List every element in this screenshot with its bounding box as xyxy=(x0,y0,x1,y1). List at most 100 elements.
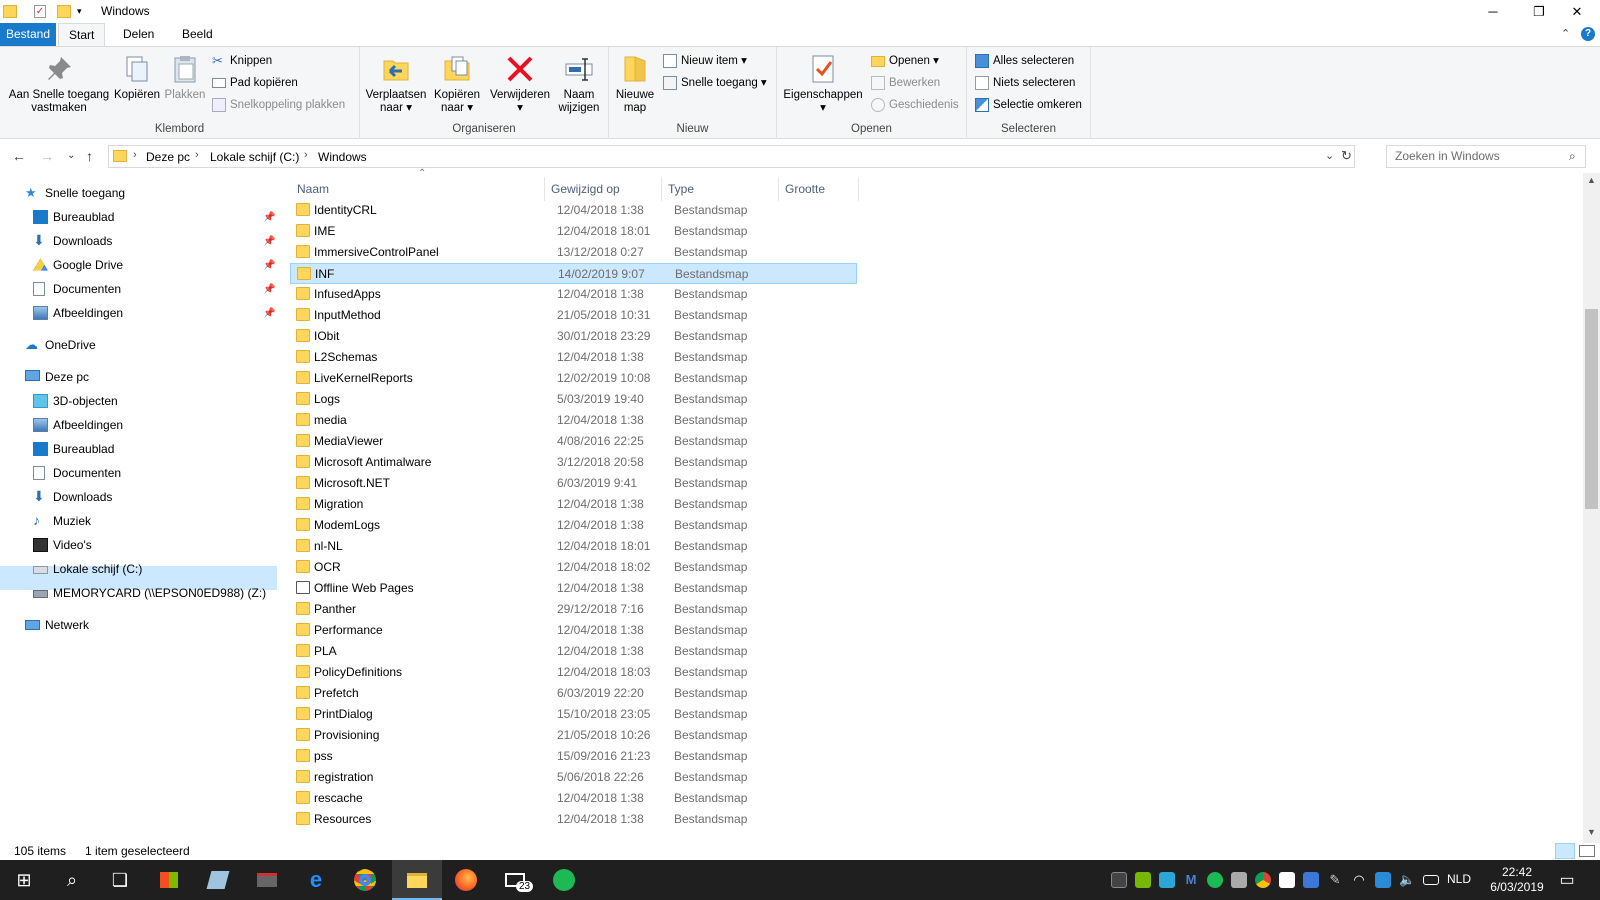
forward-icon[interactable]: → xyxy=(40,148,54,164)
table-row[interactable]: IdentityCRL 12/04/2018 1:38 Bestandsmap xyxy=(290,200,857,221)
app-icon[interactable] xyxy=(253,866,281,894)
minimize-button[interactable]: ─ xyxy=(1470,0,1516,23)
table-row[interactable]: Performance 12/04/2018 1:38 Bestandsmap xyxy=(290,620,857,641)
rename-button[interactable]: Naam wijzigen xyxy=(552,53,606,115)
brush-tray-icon[interactable]: ✎ xyxy=(1327,872,1343,888)
refresh-icon[interactable]: ↻ xyxy=(1341,148,1352,164)
table-row[interactable]: InputMethod 21/05/2018 10:31 Bestandsmap xyxy=(290,305,857,326)
firefox-icon[interactable] xyxy=(452,866,480,894)
nav-quick-downloads[interactable]: ⬇ Downloads xyxy=(33,230,112,252)
search-icon[interactable]: ⌕ xyxy=(58,866,86,894)
help-icon[interactable]: ? xyxy=(1581,27,1595,41)
store-icon[interactable] xyxy=(155,866,183,894)
table-row[interactable]: pss 15/09/2016 21:23 Bestandsmap xyxy=(290,746,857,767)
history-button[interactable]: Geschiedenis xyxy=(869,95,959,115)
table-row[interactable]: InfusedApps 12/04/2018 1:38 Bestandsmap xyxy=(290,284,857,305)
m-tray-icon[interactable]: M xyxy=(1183,872,1199,888)
large-icons-view-icon[interactable] xyxy=(1579,845,1595,857)
new-folder-icon[interactable] xyxy=(57,5,71,18)
nav-pc-desktop[interactable]: Bureaublad xyxy=(33,438,114,460)
table-row[interactable]: Microsoft.NET 6/03/2019 9:41 Bestandsmap xyxy=(290,473,857,494)
table-row[interactable]: PolicyDefinitions 12/04/2018 18:03 Bestand… xyxy=(290,662,857,683)
chrome-tray-icon[interactable] xyxy=(1255,872,1271,888)
up-icon[interactable]: ↑ xyxy=(86,148,93,164)
search-input[interactable]: Zoeken in Windows ⌕ xyxy=(1386,145,1586,168)
back-icon[interactable]: ← xyxy=(12,148,26,164)
bluetooth-tray-icon[interactable] xyxy=(1303,872,1319,888)
breadcrumb-separator[interactable]: › xyxy=(133,149,137,161)
open-button[interactable]: Openen ▾ xyxy=(869,51,939,71)
nav-network[interactable]: Netwerk xyxy=(25,614,89,636)
spotify-tray-icon[interactable] xyxy=(1207,872,1223,888)
delete-button[interactable]: Verwijderen ▾ xyxy=(488,53,552,115)
drive-tray-icon[interactable] xyxy=(1231,872,1247,888)
table-row[interactable]: Prefetch 6/03/2019 22:20 Bestandsmap xyxy=(290,683,857,704)
table-row[interactable]: registration 5/06/2018 22:26 Bestandsmap xyxy=(290,767,857,788)
edit-button[interactable]: Bewerken xyxy=(869,73,940,93)
nav-pc-3d-objects[interactable]: 3D-objecten xyxy=(33,390,118,412)
table-row[interactable]: Panther 29/12/2018 7:16 Bestandsmap xyxy=(290,599,857,620)
paste-button[interactable]: Plakken xyxy=(162,53,208,102)
nav-quick-google-drive[interactable]: Google Drive xyxy=(33,254,123,276)
table-row[interactable]: Migration 12/04/2018 1:38 Bestandsmap xyxy=(290,494,857,515)
nav-pc-downloads[interactable]: ⬇ Downloads xyxy=(33,486,112,508)
nav-pc-local-disk[interactable]: Lokale schijf (C:) xyxy=(33,558,142,580)
battery-icon[interactable] xyxy=(1423,875,1439,885)
table-row[interactable]: Resources 12/04/2018 1:38 Bestandsmap xyxy=(290,809,857,830)
scroll-up-icon[interactable]: ▲ xyxy=(1587,175,1596,185)
vertical-scrollbar[interactable]: ▲ ▼ xyxy=(1583,173,1600,843)
tab-start[interactable]: Start xyxy=(58,23,106,47)
ssd-tray-icon[interactable] xyxy=(1111,872,1127,888)
address-bar[interactable]: › Deze pc › Lokale schijf (C:) › Windows… xyxy=(108,145,1355,168)
table-row[interactable]: MediaViewer 4/08/2016 22:25 Bestandsmap xyxy=(290,431,857,452)
scroll-down-icon[interactable]: ▼ xyxy=(1587,827,1596,837)
cloud-tray-icon[interactable] xyxy=(1159,872,1175,888)
spotify-icon[interactable] xyxy=(550,866,578,894)
breadcrumb-local-disk[interactable]: Lokale schijf (C:) xyxy=(210,150,299,164)
nav-quick-access[interactable]: ★ Snelle toegang xyxy=(25,182,125,204)
copy-button[interactable]: Kopiëren xyxy=(112,53,162,102)
clock[interactable]: 22:42 6/03/2019 xyxy=(1486,865,1548,895)
customize-dropdown-icon[interactable]: ▾ xyxy=(77,6,91,22)
recent-locations-icon[interactable]: ⌄ xyxy=(67,150,75,161)
nav-pc-music[interactable]: ♪ Muziek xyxy=(33,510,91,532)
table-row[interactable]: OCR 12/04/2018 18:02 Bestandsmap xyxy=(290,557,857,578)
volume-icon[interactable]: 🔈 xyxy=(1399,872,1415,888)
table-row[interactable]: Logs 5/03/2019 19:40 Bestandsmap xyxy=(290,389,857,410)
pin-icon[interactable]: 📌 xyxy=(263,308,275,319)
tab-view[interactable]: Beeld xyxy=(172,23,223,46)
pin-icon[interactable]: 📌 xyxy=(263,260,275,271)
start-icon[interactable]: ⊞ xyxy=(10,866,38,894)
security-tray-icon[interactable] xyxy=(1375,872,1391,888)
pin-icon[interactable]: 📌 xyxy=(263,236,275,247)
tab-share[interactable]: Delen xyxy=(113,23,164,46)
select-all-button[interactable]: Alles selecteren xyxy=(973,51,1074,71)
nav-pc-memorycard[interactable]: MEMORYCARD (\\EPSON0ED988) (Z:) xyxy=(33,582,266,604)
tab-file[interactable]: Bestand xyxy=(0,23,56,46)
notifications-icon[interactable]: ▭ xyxy=(1553,866,1581,894)
breadcrumb-separator[interactable]: › xyxy=(304,149,308,161)
copy-path-button[interactable]: Pad kopiëren xyxy=(210,73,298,93)
nav-quick-pictures[interactable]: Afbeeldingen xyxy=(33,302,123,324)
breadcrumb-windows[interactable]: Windows xyxy=(318,150,367,164)
new-item-button[interactable]: Nieuw item ▾ xyxy=(661,51,747,71)
notes-icon[interactable] xyxy=(204,866,232,894)
table-row[interactable]: ModemLogs 12/04/2018 1:38 Bestandsmap xyxy=(290,515,857,536)
language-indicator[interactable]: NLD xyxy=(1447,872,1471,886)
table-row[interactable]: Offline Web Pages 12/04/2018 1:38 Bestands… xyxy=(290,578,857,599)
nav-quick-documents[interactable]: Documenten xyxy=(33,278,121,300)
column-header-size[interactable]: Grootte xyxy=(779,177,859,201)
table-row[interactable]: PrintDialog 15/10/2018 23:05 Bestandsmap xyxy=(290,704,857,725)
edge-icon[interactable]: e xyxy=(302,866,330,894)
table-row[interactable]: LiveKernelReports 12/02/2019 10:08 Bestand… xyxy=(290,368,857,389)
task-view-icon[interactable]: ❏ xyxy=(106,866,134,894)
wifi-icon[interactable]: ◠ xyxy=(1351,872,1367,888)
table-row[interactable]: ImmersiveControlPanel 13/12/2018 0:27 Best… xyxy=(290,242,857,263)
invert-selection-button[interactable]: Selectie omkeren xyxy=(973,95,1082,115)
table-row[interactable]: L2Schemas 12/04/2018 1:38 Bestandsmap xyxy=(290,347,857,368)
table-row[interactable]: INF 14/02/2019 9:07 Bestandsmap xyxy=(290,263,857,284)
table-row[interactable]: Microsoft Antimalware 3/12/2018 20:58 Best… xyxy=(290,452,857,473)
nav-onedrive[interactable]: ☁ OneDrive xyxy=(25,334,96,356)
nav-this-pc[interactable]: Deze pc xyxy=(25,366,89,388)
chrome-icon[interactable] xyxy=(351,866,379,894)
